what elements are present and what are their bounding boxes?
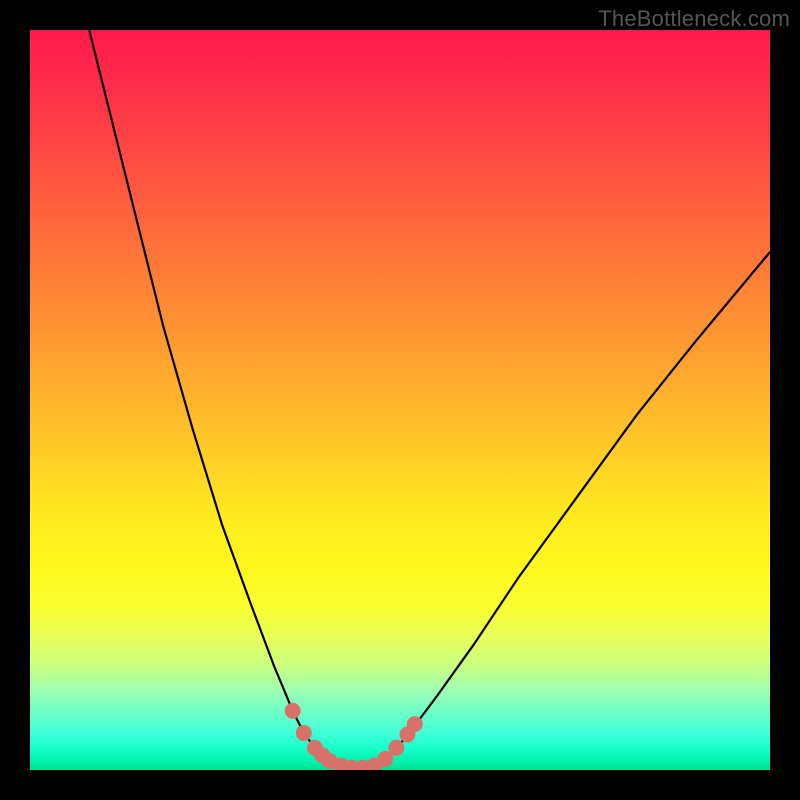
data-point (285, 703, 301, 719)
data-point (296, 725, 312, 741)
bottleneck-curve-path (89, 30, 770, 769)
highlighted-points-group (285, 703, 423, 770)
chart-svg (30, 30, 770, 770)
watermark-text: TheBottleneck.com (598, 6, 790, 32)
chart-plot-area (30, 30, 770, 770)
data-point (407, 716, 423, 732)
data-point (388, 740, 404, 756)
